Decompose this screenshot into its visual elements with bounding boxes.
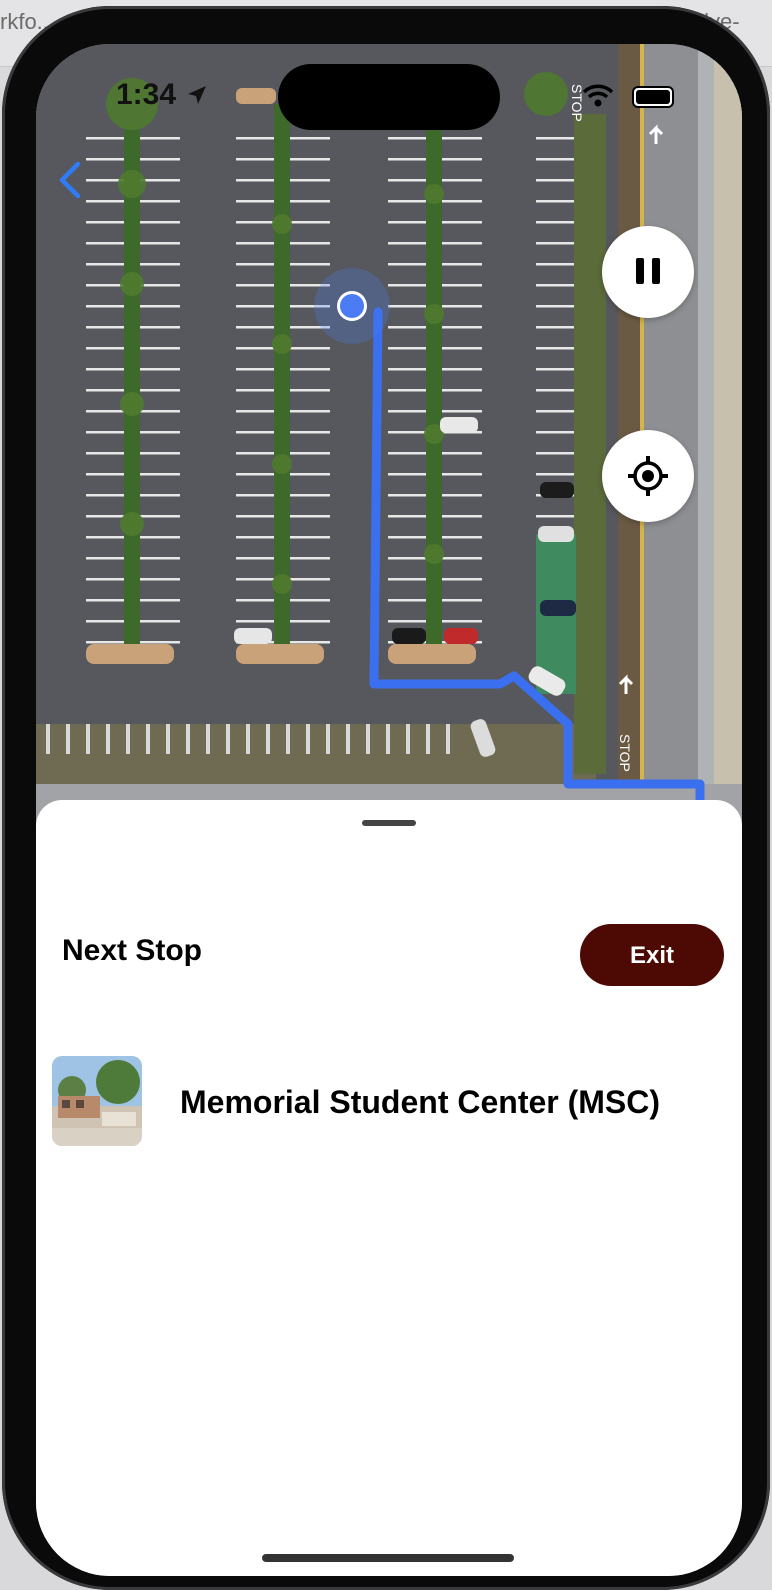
- map-view[interactable]: STOP STOP 1:34: [36, 44, 742, 834]
- stop-name: Memorial Student Center (MSC): [180, 1084, 661, 1120]
- dynamic-island: [278, 64, 500, 130]
- recenter-crosshair-icon: [628, 456, 668, 496]
- recenter-button[interactable]: [602, 430, 694, 522]
- road-text-2: STOP: [617, 734, 633, 772]
- pause-icon: [636, 258, 660, 284]
- bottom-sheet[interactable]: Next Stop Exit Memorial Student Center (…: [36, 800, 742, 1576]
- battery-icon: [632, 86, 674, 108]
- sheet-grabber[interactable]: [362, 820, 416, 826]
- stop-list-item[interactable]: Memorial Student Center (MSC): [52, 1056, 732, 1148]
- phone-frame: STOP STOP 1:34 Next Stop Exit Memorial S…: [2, 6, 770, 1590]
- exit-button[interactable]: Exit: [580, 924, 724, 986]
- stop-thumbnail-image: [52, 1056, 142, 1146]
- phone-screen: STOP STOP 1:34 Next Stop Exit Memorial S…: [36, 44, 742, 1576]
- status-time: 1:34: [116, 78, 177, 111]
- back-button[interactable]: [50, 156, 90, 204]
- home-indicator[interactable]: [262, 1554, 514, 1562]
- user-location-dot-icon: [340, 294, 364, 318]
- back-chevron-icon: [59, 161, 81, 199]
- pause-navigation-button[interactable]: [602, 226, 694, 318]
- next-stop-title: Next Stop: [62, 934, 203, 967]
